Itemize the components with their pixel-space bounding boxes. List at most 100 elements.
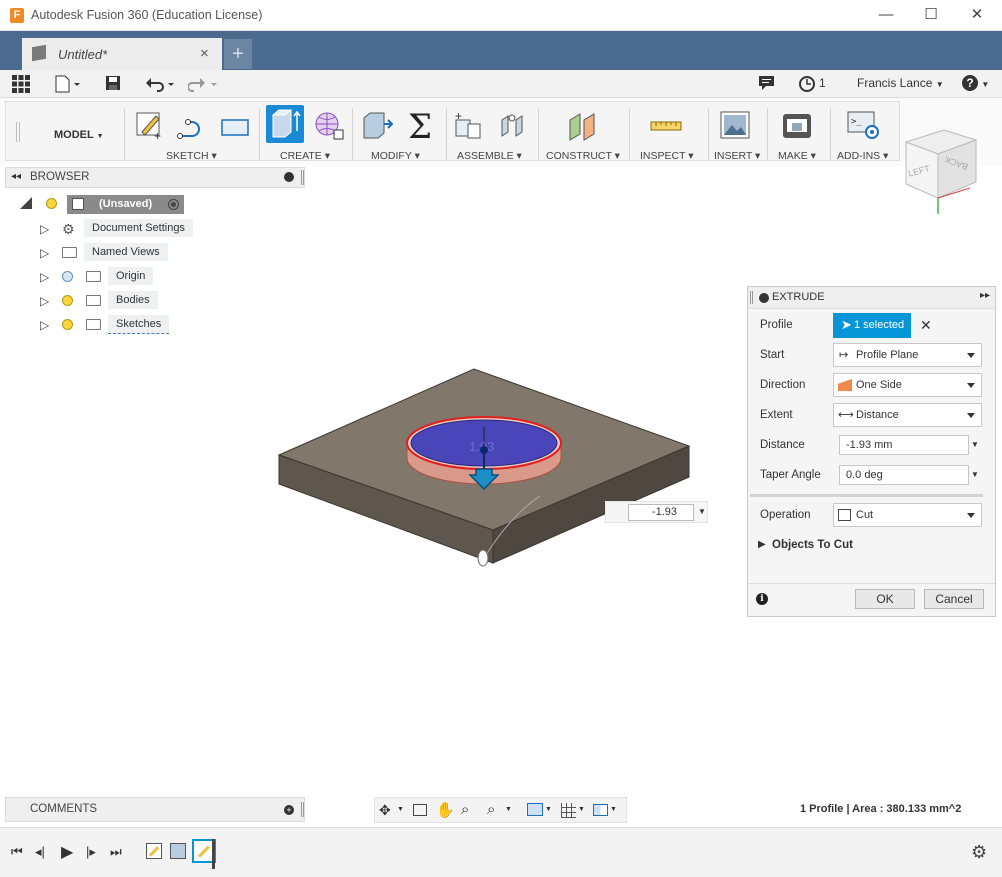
chevron-down-icon[interactable]: ▼ xyxy=(505,806,512,813)
new-component-icon[interactable]: + xyxy=(452,108,486,142)
add-comment-icon[interactable]: + xyxy=(284,805,294,815)
timeline-extrude-feature-icon[interactable] xyxy=(170,843,186,859)
step-forward-icon[interactable]: |▸ xyxy=(86,844,96,860)
fit-view-icon[interactable]: ⌕ xyxy=(487,801,495,818)
activate-radio-icon[interactable] xyxy=(168,199,179,210)
close-tab-button[interactable]: × xyxy=(200,45,209,62)
expand-triangle-icon[interactable]: ▶ xyxy=(758,539,766,550)
data-panel-grid-icon[interactable] xyxy=(12,75,30,93)
document-tab[interactable]: Untitled* × xyxy=(22,38,222,70)
chevron-down-icon[interactable]: ▼ xyxy=(971,470,979,479)
extrude-dialog-header[interactable]: EXTRUDE ▸▸ xyxy=(748,287,995,309)
display-settings-icon[interactable] xyxy=(527,803,543,816)
expand-triangle-icon[interactable]: ▷ xyxy=(40,222,52,236)
go-to-end-icon[interactable]: ⏭ xyxy=(110,844,122,860)
viewports-icon[interactable] xyxy=(593,804,608,816)
distance-float-field[interactable]: -1.93 ▼ xyxy=(605,501,708,523)
go-to-start-icon[interactable]: ⏮ xyxy=(11,844,23,860)
ok-button[interactable]: OK xyxy=(855,589,915,609)
visibility-bulb-off-icon[interactable] xyxy=(62,271,73,282)
extent-dropdown[interactable]: ⟷ Distance xyxy=(833,403,982,427)
zoom-icon[interactable]: ⌕ xyxy=(461,801,469,818)
clear-selection-icon[interactable]: ✕ xyxy=(920,317,932,334)
browser-item-named-views[interactable]: ▷ Named Views xyxy=(40,243,200,263)
close-window-button[interactable]: ✕ xyxy=(966,5,988,25)
browser-minus-icon[interactable] xyxy=(284,172,294,182)
scripts-addins-icon[interactable]: >_ xyxy=(846,108,880,142)
save-icon[interactable] xyxy=(105,75,121,93)
chevron-down-icon[interactable]: ▼ xyxy=(578,806,585,813)
create-group-label[interactable]: CREATE ▾ xyxy=(280,150,330,162)
extrude-tool-icon[interactable] xyxy=(266,105,304,143)
collapse-panel-icon[interactable]: ◂◂ xyxy=(11,171,21,182)
visibility-bulb-icon[interactable] xyxy=(46,198,57,209)
chevron-down-icon[interactable]: ▼ xyxy=(610,806,617,813)
job-status-clock-icon[interactable] xyxy=(798,75,816,93)
comments-panel-header[interactable]: COMMENTS + xyxy=(5,797,305,822)
play-icon[interactable]: ▶ xyxy=(61,842,73,862)
file-menu-icon[interactable] xyxy=(55,75,81,93)
inspect-group-label[interactable]: INSPECT ▾ xyxy=(640,150,694,162)
new-tab-button[interactable]: + xyxy=(224,39,252,69)
grid-snaps-icon[interactable] xyxy=(561,803,576,818)
chevron-down-icon[interactable]: ▼ xyxy=(698,507,706,516)
chevron-down-icon[interactable]: ▼ xyxy=(397,806,404,813)
objects-to-cut-label[interactable]: Objects To Cut xyxy=(772,539,853,551)
pan-hand-icon[interactable]: ✋ xyxy=(436,801,455,819)
operation-dropdown[interactable]: Cut xyxy=(833,503,982,527)
expand-triangle-icon[interactable]: ▷ xyxy=(40,318,52,332)
browser-item-origin[interactable]: ▷ Origin xyxy=(40,267,200,287)
distance-input[interactable]: -1.93 mm xyxy=(839,435,969,455)
taper-angle-input[interactable]: 0.0 deg xyxy=(839,465,969,485)
browser-item-sketches[interactable]: ▷ Sketches xyxy=(40,315,200,335)
look-at-icon[interactable] xyxy=(413,804,427,816)
dialog-grip[interactable] xyxy=(750,291,753,304)
browser-item-bodies[interactable]: ▷ Bodies xyxy=(40,291,200,311)
comments-grip[interactable] xyxy=(301,802,304,817)
profile-selection-button[interactable]: ➤ 1 selected xyxy=(833,313,911,338)
timeline-settings-gear-icon[interactable]: ⚙ xyxy=(971,842,987,863)
undo-icon[interactable] xyxy=(145,75,177,93)
expand-triangle-icon[interactable]: ▷ xyxy=(40,294,52,308)
user-menu[interactable]: Francis Lance ▼ xyxy=(857,76,944,90)
insert-image-icon[interactable] xyxy=(718,108,752,142)
cancel-button[interactable]: Cancel xyxy=(924,589,984,609)
line-tool-icon[interactable] xyxy=(176,108,210,142)
press-pull-icon[interactable] xyxy=(360,108,394,142)
expand-triangle-icon[interactable]: ▷ xyxy=(40,246,52,260)
visibility-bulb-icon[interactable] xyxy=(62,295,73,306)
modify-group-label[interactable]: MODIFY ▾ xyxy=(371,150,420,162)
taper-handle[interactable] xyxy=(477,549,489,567)
expand-triangle-icon[interactable] xyxy=(20,197,32,209)
expand-triangle-icon[interactable]: ▷ xyxy=(40,270,52,284)
browser-grip[interactable] xyxy=(301,170,304,185)
rectangle-tool-icon[interactable] xyxy=(218,108,252,142)
assemble-group-label[interactable]: ASSEMBLE ▾ xyxy=(457,150,522,162)
help-button[interactable]: ? ▼ xyxy=(962,75,989,91)
3d-print-icon[interactable] xyxy=(780,108,814,142)
expand-dialog-icon[interactable]: ▸▸ xyxy=(980,290,990,301)
view-cube[interactable]: LEFT BACK xyxy=(900,128,980,218)
browser-panel-header[interactable]: ◂◂ BROWSER xyxy=(5,167,305,188)
offset-plane-icon[interactable] xyxy=(566,108,600,142)
addins-group-label[interactable]: ADD-INS ▾ xyxy=(837,150,888,162)
minimize-button[interactable]: — xyxy=(875,5,897,25)
maximize-button[interactable]: ☐ xyxy=(920,5,942,25)
chevron-down-icon[interactable]: ▼ xyxy=(971,440,979,449)
start-dropdown[interactable]: ↦ Profile Plane xyxy=(833,343,982,367)
visibility-bulb-icon[interactable] xyxy=(62,319,73,330)
timeline-marker[interactable] xyxy=(212,839,215,869)
measure-icon[interactable] xyxy=(649,108,683,142)
timeline-sketch-feature-icon[interactable] xyxy=(146,843,162,859)
workspace-switcher[interactable]: MODEL ▼ xyxy=(54,129,104,141)
dialog-minus-icon[interactable] xyxy=(759,293,769,303)
step-back-icon[interactable]: ◂| xyxy=(35,844,45,860)
construct-group-label[interactable]: CONSTRUCT ▾ xyxy=(546,150,620,162)
ribbon-grip[interactable] xyxy=(16,122,20,142)
info-icon[interactable]: i xyxy=(756,593,768,605)
orbit-icon[interactable]: ✥ xyxy=(379,802,391,819)
root-component-chip[interactable]: (Unsaved) xyxy=(67,195,184,214)
joint-icon[interactable] xyxy=(496,108,530,142)
notifications-icon[interactable] xyxy=(758,75,776,93)
direction-dropdown[interactable]: One Side xyxy=(833,373,982,397)
